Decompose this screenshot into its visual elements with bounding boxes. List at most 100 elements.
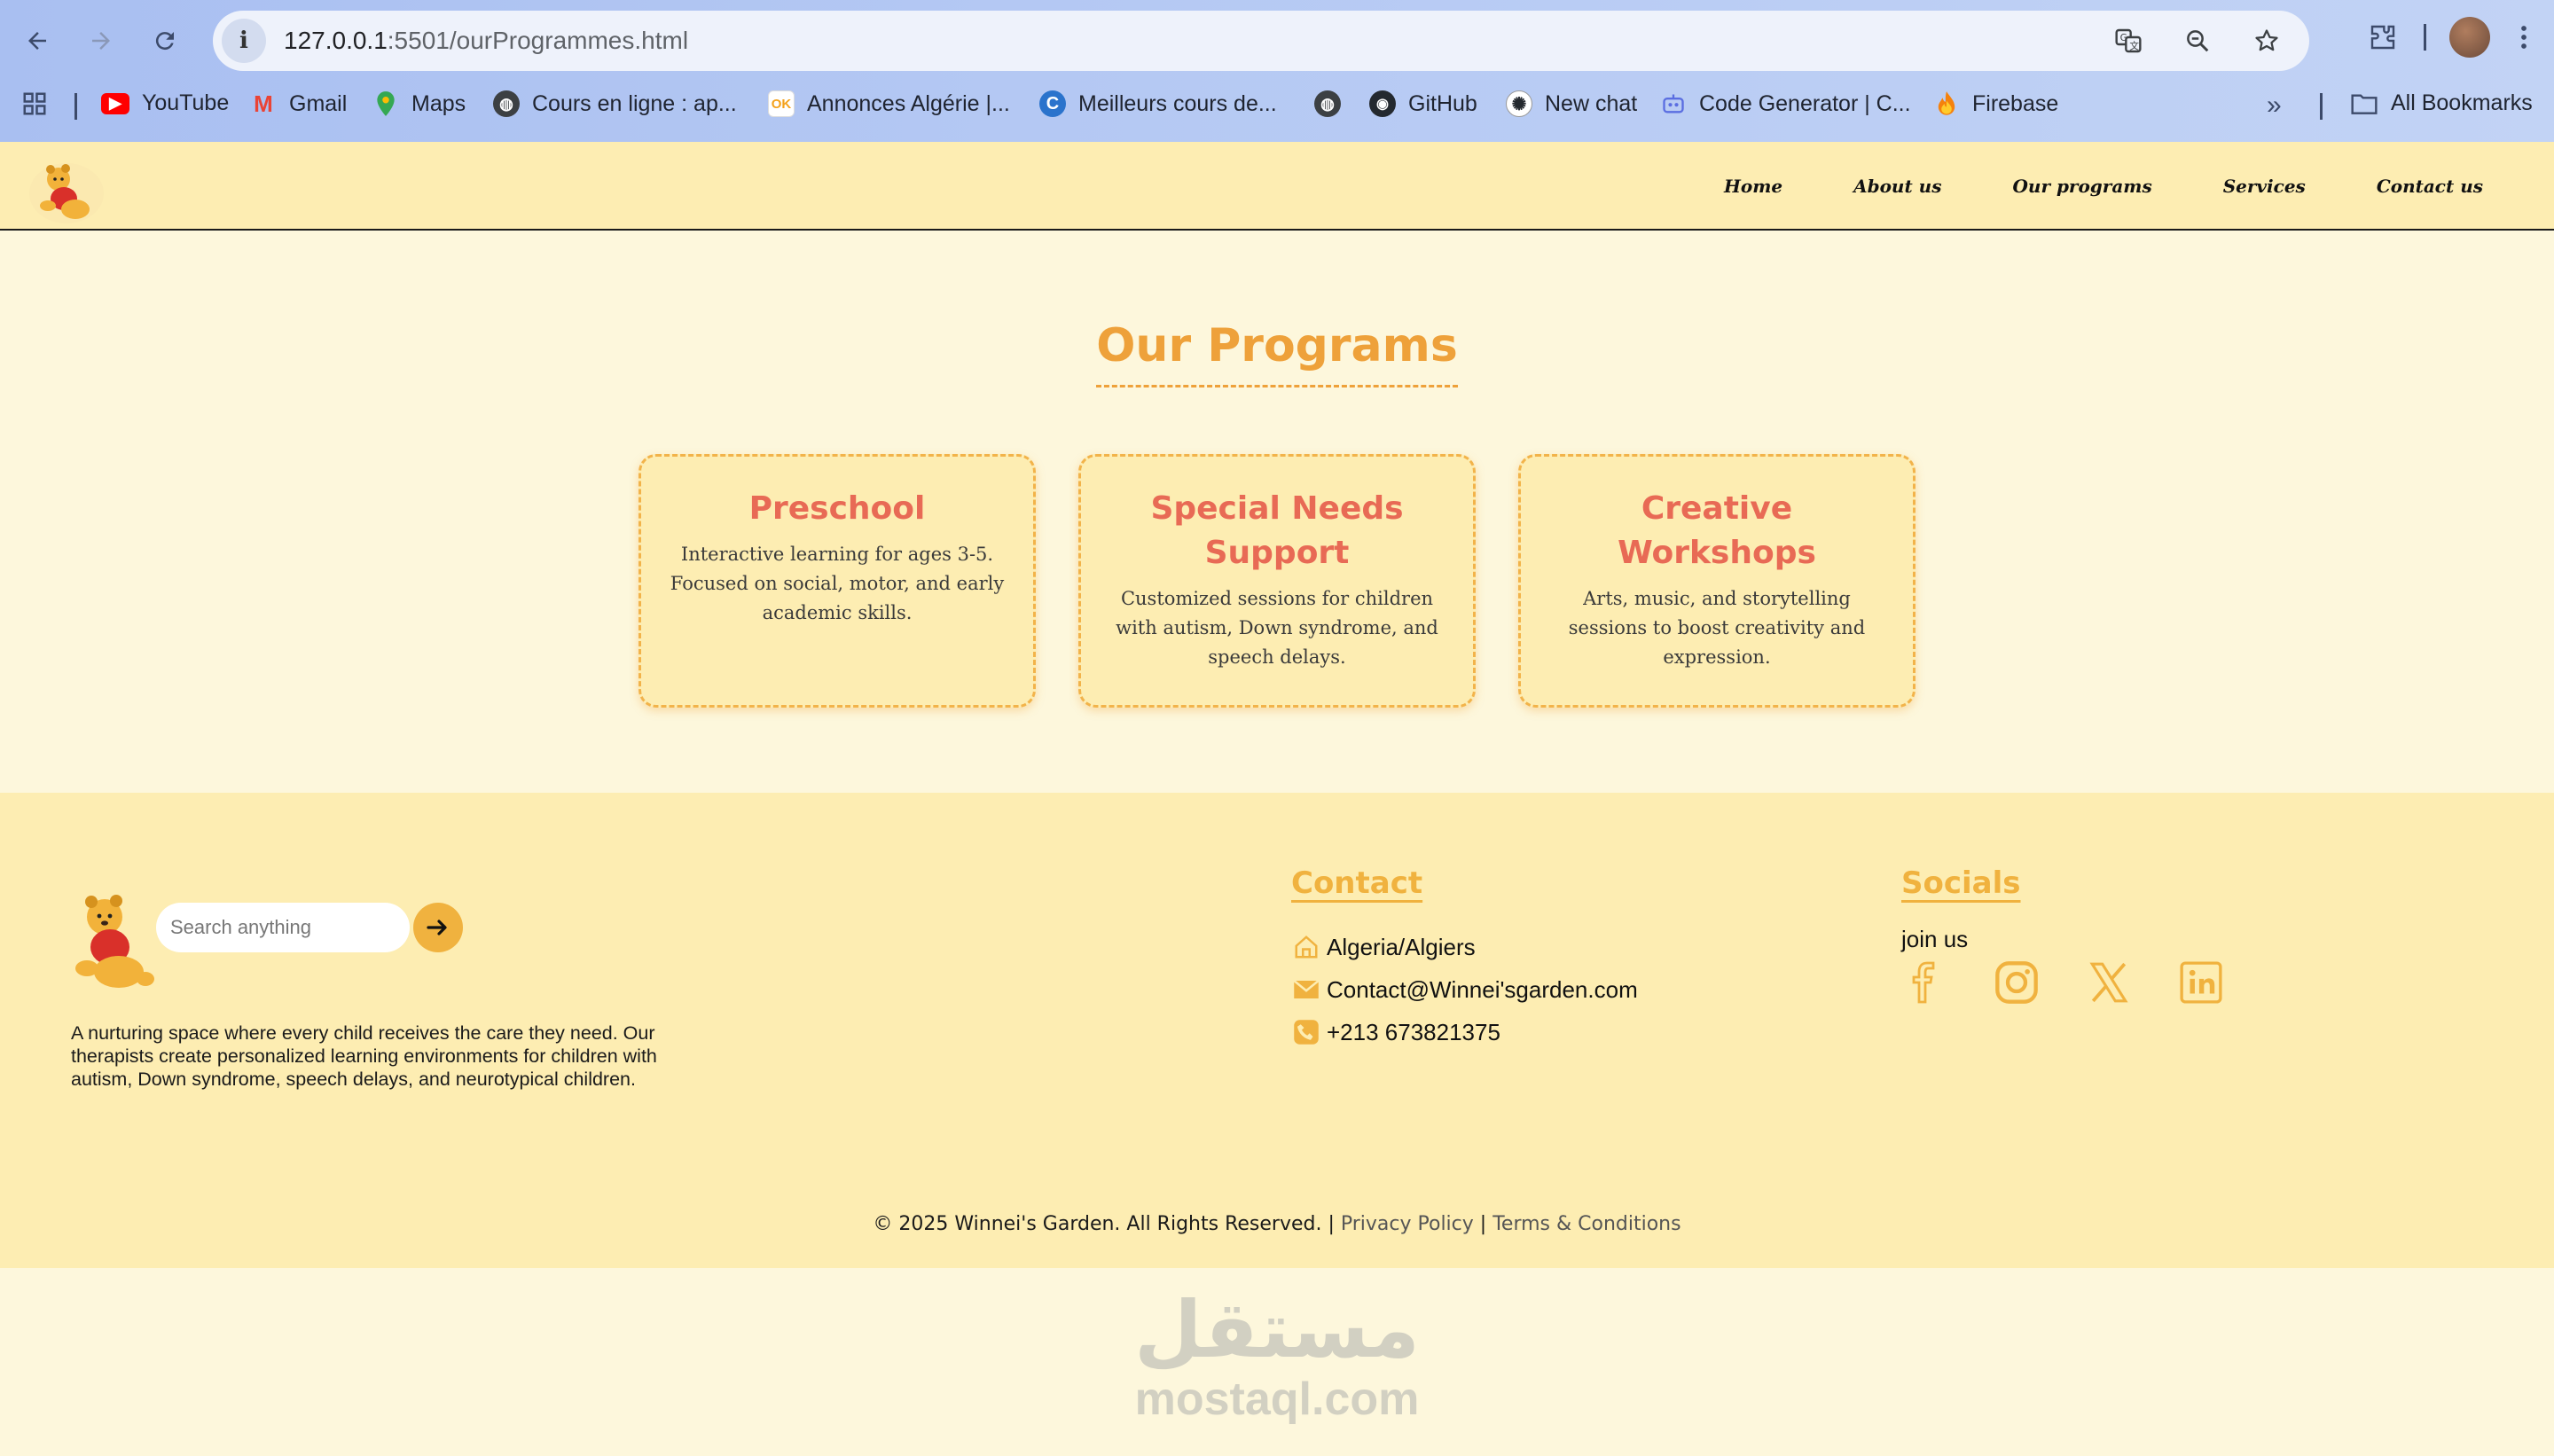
robot-icon [1660,90,1687,117]
copyright-bar: © 2025 Winnei's Garden. All Rights Reser… [0,1213,2554,1235]
zoom-icon[interactable] [2176,20,2219,62]
nav-about-us[interactable]: About us [1853,176,1941,197]
reload-icon [155,32,174,51]
search-submit-button[interactable] [413,903,463,952]
bookmark-github[interactable]: ◉ GitHub [1369,90,1477,117]
bookmark-code-generator[interactable]: Code Generator | C... [1660,90,1911,117]
bookmark-label: GitHub [1408,90,1477,116]
nav-contact-us[interactable]: Contact us [2377,176,2483,197]
url-text[interactable]: 127.0.0.1:5501/ourProgrammes.html [284,27,688,55]
bookmark-globe[interactable]: ◍ [1314,90,1341,117]
contact-heading: Contact [1291,865,1423,901]
x-twitter-icon[interactable] [2086,959,2132,1006]
address-bar[interactable]: i 127.0.0.1:5501/ourProgrammes.html G文 [213,11,2309,71]
url-host: 127.0.0.1 [284,27,388,54]
site-info-icon[interactable]: i [222,19,266,63]
program-card-creative-workshops: Creative Workshops Arts, music, and stor… [1518,454,1916,708]
socials-heading: Socials [1901,865,2021,901]
ok-icon: OK [768,90,795,117]
bookmarks-divider-right [2320,93,2323,120]
arrow-left-icon [28,32,46,50]
site-footer: A nurturing space where every child rece… [0,793,2554,1268]
browser-chrome: i 127.0.0.1:5501/ourProgrammes.html G文 ▶… [0,0,2554,142]
folder-icon [2351,93,2378,114]
reload-button[interactable] [140,16,190,66]
facebook-icon[interactable] [1901,959,1947,1006]
globe-icon: ◍ [493,90,520,117]
bookmarks-divider [74,93,77,120]
firebase-icon [1933,90,1960,117]
back-button[interactable] [12,16,62,66]
menu-kebab-icon[interactable] [2501,14,2547,60]
footer-description: A nurturing space where every child rece… [71,1022,657,1090]
bookmark-label: Maps [411,90,466,116]
bookmark-label: Cours en ligne : ap... [532,90,737,116]
bookmark-firebase[interactable]: Firebase [1933,90,2058,117]
nav-our-programs[interactable]: Our programs [2012,176,2151,197]
instagram-icon[interactable] [1994,959,2040,1006]
contact-phone[interactable]: +213 673821375 [1291,1011,1638,1053]
nav-services[interactable]: Services [2223,176,2306,197]
all-bookmarks-label: All Bookmarks [2391,90,2533,115]
privacy-policy-link[interactable]: Privacy Policy [1341,1213,1474,1235]
pooh-logo-footer [69,890,158,997]
all-bookmarks-button[interactable]: All Bookmarks [2350,90,2533,116]
bookmark-label: YouTube [142,90,230,115]
card-title: Creative Workshops [1618,490,1816,571]
globe-icon: ◍ [1314,90,1341,117]
bookmark-star-icon[interactable] [2245,20,2288,62]
search-input[interactable] [156,903,410,952]
forward-button[interactable] [76,16,126,66]
bookmark-label: Annonces Algérie |... [807,90,1010,116]
contact-text: Algeria/Algiers [1327,933,1476,960]
contact-address: Algeria/Algiers [1291,926,1638,968]
coursera-icon: C [1039,90,1066,117]
contact-email[interactable]: Contact@Winnei'sgarden.com [1291,968,1638,1011]
card-title: Preschool [748,490,926,527]
youtube-icon: ▶ [101,92,129,114]
card-text: Arts, music, and storytelling sessions t… [1568,588,1866,668]
svg-text:G: G [2120,32,2127,43]
extensions-icon[interactable] [2360,14,2406,60]
github-icon: ◉ [1369,90,1396,117]
toolbar-divider [2424,24,2426,51]
page-title: Our Programs [1096,319,1458,387]
profile-avatar[interactable] [2449,17,2490,58]
bookmark-label: New chat [1545,90,1638,116]
contact-text: +213 673821375 [1327,1018,1500,1045]
bookmark-gmail[interactable]: M Gmail [250,90,347,117]
site-header: Home About us Our programs Services Cont… [0,142,2554,231]
linkedin-icon[interactable] [2178,959,2224,1006]
bookmark-annonces[interactable]: OK Annonces Algérie |... [768,90,1010,117]
bookmark-label: Code Generator | C... [1699,90,1911,116]
apps-icon[interactable] [21,90,48,117]
gmail-icon: M [254,90,273,117]
url-path: :5501/ourProgrammes.html [387,27,689,54]
phone-icon [1291,1017,1321,1047]
more-bookmarks-chevron-icon[interactable]: » [2267,90,2282,121]
pooh-logo[interactable] [27,160,106,225]
home-icon [1291,932,1321,962]
footer-search [156,903,463,952]
copyright-text: © 2025 Winnei's Garden. All Rights Reser… [873,1213,1341,1235]
terms-link[interactable]: Terms & Conditions [1492,1213,1680,1235]
bookmarks-bar: ▶ YouTube M Gmail Maps ◍ Cours en ligne … [0,82,2554,131]
bookmark-cours-en-ligne[interactable]: ◍ Cours en ligne : ap... [493,90,737,117]
card-title: Special Needs Support [1150,490,1404,571]
card-text: Interactive learning for ages 3-5. Focus… [670,544,1005,623]
arrow-right-icon [427,920,447,935]
bookmark-maps[interactable]: Maps [372,90,466,117]
nav-home[interactable]: Home [1724,176,1782,197]
chatgpt-icon: ✺ [1506,90,1532,117]
join-us-text: join us [1901,926,1969,952]
mail-icon [1291,975,1321,1005]
translate-icon[interactable]: G文 [2107,20,2150,62]
arrow-right-icon [92,32,110,50]
copyright-separator: | [1473,1213,1493,1235]
social-links [1901,959,2224,1006]
bookmark-new-chat[interactable]: ✺ New chat [1506,90,1637,117]
contact-list: Algeria/Algiers Contact@Winnei'sgarden.c… [1291,926,1638,1053]
bookmark-youtube[interactable]: ▶ YouTube [101,90,229,116]
bookmark-meilleurs-cours[interactable]: C Meilleurs cours de... [1039,90,1277,117]
svg-text:文: 文 [2129,40,2139,51]
